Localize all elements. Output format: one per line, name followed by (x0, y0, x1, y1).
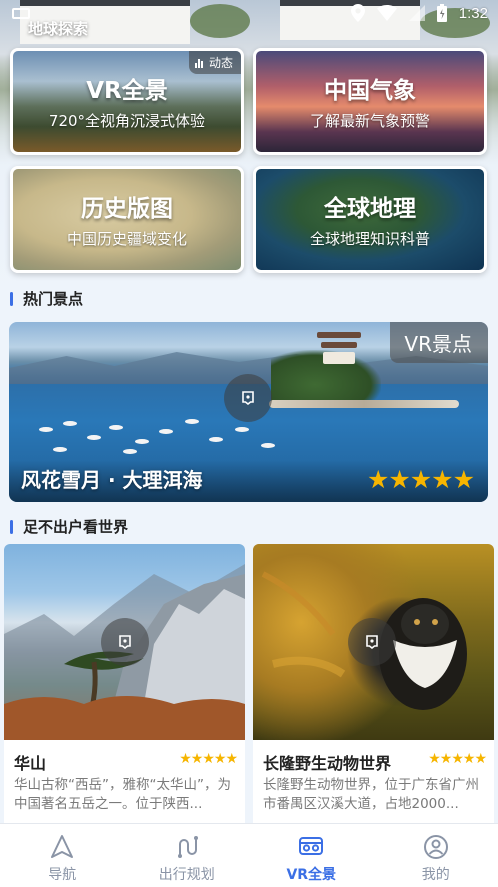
banner-title: 风花雪月 · 大理洱海 (21, 468, 203, 492)
vr-viewer-icon (366, 635, 378, 649)
card-image (4, 544, 245, 740)
scenic-card-huashan[interactable]: 华山 ★★★★★ 华山古称“西岳”，雅称“太华山”，为中国著名五岳之一。位于陕西… (4, 544, 245, 829)
vr-play-button[interactable] (101, 618, 149, 666)
star-icons: ★★★★★ (179, 751, 238, 767)
rating-stars: ★★★★★ (428, 751, 487, 767)
location-icon (350, 4, 365, 22)
bars-icon (194, 58, 203, 68)
hot-spot-banner[interactable]: VR景点 风花雪月 · 大理洱海 ★★★★★ (9, 322, 488, 502)
vr-spot-tag: VR景点 (390, 322, 488, 363)
shore-rocks-image (269, 400, 459, 408)
vr-viewer-icon (119, 635, 131, 649)
seagulls-image (39, 417, 279, 457)
card-title: 华山 (14, 754, 47, 773)
heading-accent-bar (10, 291, 13, 306)
rating-stars: ★★★★★ (179, 751, 238, 767)
user-icon (423, 835, 448, 859)
tab-label: 我的 (421, 867, 450, 883)
section-heading-label: 热门景点 (23, 290, 84, 308)
feature-title: 中国气象 (324, 78, 416, 104)
section-heading-label: 足不出户看世界 (23, 518, 129, 536)
vr-glasses-icon (299, 837, 324, 855)
bottom-tab-bar: 导航 出行规划 VR全景 我的 (0, 823, 498, 887)
vr-play-button[interactable] (224, 374, 272, 422)
battery-icon (436, 4, 447, 22)
tab-label: VR全景 (286, 867, 337, 883)
dynamic-badge-label: 动态 (208, 56, 233, 70)
feature-subtitle: 了解最新气象预警 (309, 112, 430, 130)
tab-navigation[interactable]: 导航 (0, 824, 125, 887)
vr-play-button[interactable] (348, 618, 396, 666)
navigation-arrow-icon (51, 835, 74, 858)
tab-label: 导航 (48, 867, 77, 883)
wifi-icon (376, 5, 397, 21)
clock: 1:32 (458, 4, 488, 22)
star-icons: ★★★★★ (366, 465, 475, 494)
feature-subtitle: 全球地理知识科普 (309, 230, 430, 248)
card-description: 长隆野生动物世界，位于广东省广州市番禺区汉溪大道，占地2000... (263, 777, 479, 812)
page-title: 地球探索 (28, 20, 89, 38)
feature-subtitle: 720°全视角沉浸式体验 (48, 112, 206, 130)
rating-stars: ★★★★★ (366, 465, 475, 494)
tab-label: 出行规划 (158, 867, 215, 883)
tab-vr-panorama[interactable]: VR全景 (249, 824, 374, 887)
tab-trip-planning[interactable]: 出行规划 (125, 824, 250, 887)
feature-card-geography[interactable]: 全球地理 全球地理知识科普 (253, 166, 487, 273)
vr-viewer-icon (242, 391, 254, 405)
signal-icon (408, 5, 425, 21)
star-icons: ★★★★★ (428, 751, 487, 767)
route-icon (177, 836, 198, 858)
section-heading-hot: 热门景点 (10, 288, 83, 309)
tab-profile[interactable]: 我的 (374, 824, 498, 887)
feature-card-weather[interactable]: 中国气象 了解最新气象预警 (253, 48, 487, 155)
card-description: 华山古称“西岳”，雅称“太华山”，为中国著名五岳之一。位于陕西... (14, 777, 231, 812)
card-title: 长隆野生动物世界 (263, 754, 392, 773)
section-heading-world: 足不出户看世界 (10, 516, 128, 537)
scenic-card-chimelong[interactable]: 长隆野生动物世界 ★★★★★ 长隆野生动物世界，位于广东省广州市番禺区汉溪大道，… (253, 544, 494, 829)
feature-card-vr[interactable]: 动态 VR全景 720°全视角沉浸式体验 (10, 48, 244, 155)
feature-subtitle: 中国历史疆域变化 (66, 230, 187, 248)
feature-card-history[interactable]: 历史版图 中国历史疆域变化 (10, 166, 244, 273)
card-image (253, 544, 494, 740)
feature-title: 历史版图 (81, 196, 173, 222)
heading-accent-bar (10, 519, 13, 534)
feature-title: 全球地理 (324, 196, 416, 222)
pagoda-image (317, 328, 361, 364)
feature-title: VR全景 (86, 78, 168, 104)
